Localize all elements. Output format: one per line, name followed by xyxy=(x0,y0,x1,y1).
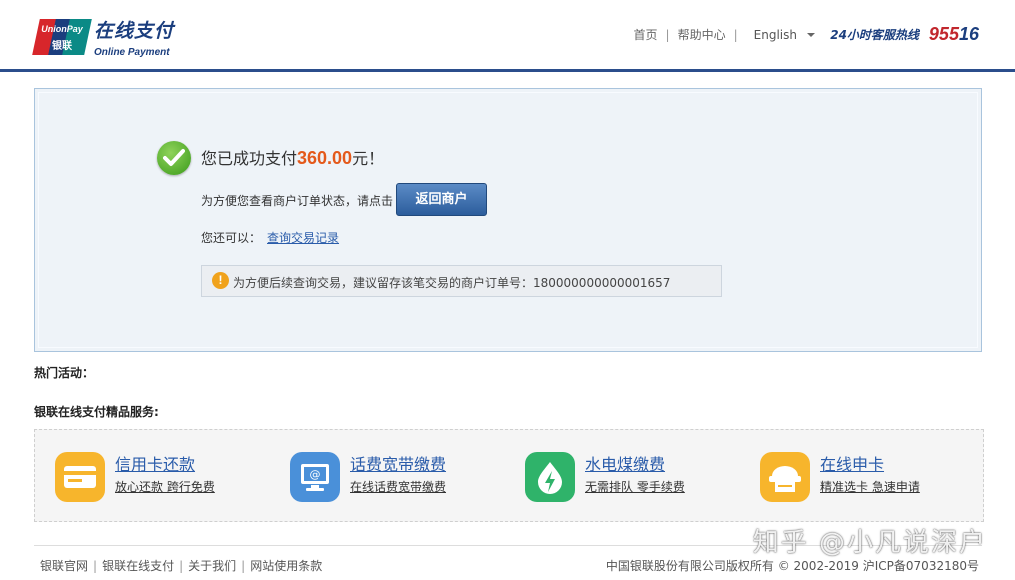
logo-subtitle: Online Payment xyxy=(94,47,170,58)
query-transactions-link[interactable]: 查询交易记录 xyxy=(267,231,339,245)
credit-card-icon xyxy=(55,452,105,502)
service-title[interactable]: 信用卡还款 xyxy=(115,451,195,475)
card-printer-icon xyxy=(760,452,810,502)
copyright: 中国银联股份有限公司版权所有 © 2002-2019 沪ICP备07032180… xyxy=(605,559,979,573)
service-subtitle[interactable]: 无需排队 零手续费 xyxy=(585,478,685,495)
return-to-merchant-button[interactable]: 返回商户 xyxy=(396,183,487,216)
service-title[interactable]: 水电煤缴费 xyxy=(585,451,665,475)
nav-home-link[interactable]: 首页 xyxy=(634,26,658,43)
footer-link-unionpay[interactable]: 银联官网 xyxy=(40,559,88,573)
order-number-note: ! 为方便后续查询交易，建议留存该笔交易的商户订单号：1800000000000… xyxy=(201,265,722,297)
footer-link-about[interactable]: 关于我们 xyxy=(188,559,236,573)
service-subtitle[interactable]: 在线话费宽带缴费 xyxy=(350,478,446,495)
premium-services-heading: 银联在线支付精品服务: xyxy=(34,405,159,419)
nav-separator: | xyxy=(665,27,670,42)
footer-link-terms[interactable]: 网站使用条款 xyxy=(250,559,322,573)
language-select[interactable]: English xyxy=(754,28,797,42)
svg-text:@: @ xyxy=(310,468,321,481)
success-check-icon xyxy=(157,141,191,175)
payment-success-panel: 您已成功支付360.00元！ 为方便您查看商户订单状态，请点击 返回商户 您还可… xyxy=(34,88,982,352)
unionpay-badge-icon: UnionPay 银联 xyxy=(32,19,92,55)
nav-separator: | xyxy=(733,27,738,42)
also-label: 您还可以： xyxy=(201,231,262,245)
also-line: 您还可以： 查询交易记录 xyxy=(201,229,339,246)
chevron-down-icon[interactable] xyxy=(807,32,815,37)
footer-links: 银联官网 | 银联在线支付 | 关于我们 | 网站使用条款 xyxy=(40,559,323,573)
return-tip: 为方便您查看商户订单状态，请点击 xyxy=(201,194,394,208)
info-warning-icon: ! xyxy=(212,272,229,289)
header-divider xyxy=(0,69,1015,72)
paid-amount: 360.00 xyxy=(297,148,353,168)
order-number-text: 为方便后续查询交易，建议留存该笔交易的商户订单号：180000000000001… xyxy=(233,276,671,290)
logo-title: 在线支付 xyxy=(94,20,175,42)
watermark: 知乎 @小凡说深户 xyxy=(752,528,987,558)
hotline-label: 24小时客服热线 xyxy=(830,28,919,42)
hotline-number: 95516 xyxy=(928,24,979,44)
footer-link-online-pay[interactable]: 银联在线支付 xyxy=(102,559,174,573)
service-title[interactable]: 在线申卡 xyxy=(820,451,884,475)
hot-activities-heading: 热门活动： xyxy=(34,366,95,380)
unionpay-logo[interactable]: UnionPay 银联 在线支付 Online Payment xyxy=(32,16,175,58)
hotline: 24小时客服热线 95516 xyxy=(830,24,979,45)
computer-icon: @ xyxy=(290,452,340,502)
nav-help-link[interactable]: 帮助中心 xyxy=(678,26,726,43)
service-title[interactable]: 话费宽带缴费 xyxy=(350,451,446,475)
success-message: 您已成功支付360.00元！ xyxy=(201,148,385,168)
service-subtitle[interactable]: 精准选卡 急速申请 xyxy=(820,478,920,495)
logo-brand-cn: 银联 xyxy=(52,41,72,52)
service-subtitle[interactable]: 放心还款 跨行免费 xyxy=(115,478,215,495)
logo-brand-text: UnionPay xyxy=(41,24,83,34)
services-panel: 信用卡还款 放心还款 跨行免费 @ 话费宽带缴费 在线话费宽带缴费 水电煤缴费 … xyxy=(34,429,984,522)
header: UnionPay 银联 在线支付 Online Payment 首页 | 帮助中… xyxy=(0,0,1015,72)
lightning-drop-icon xyxy=(525,452,575,502)
top-nav: 首页 | 帮助中心 | English xyxy=(634,26,815,43)
